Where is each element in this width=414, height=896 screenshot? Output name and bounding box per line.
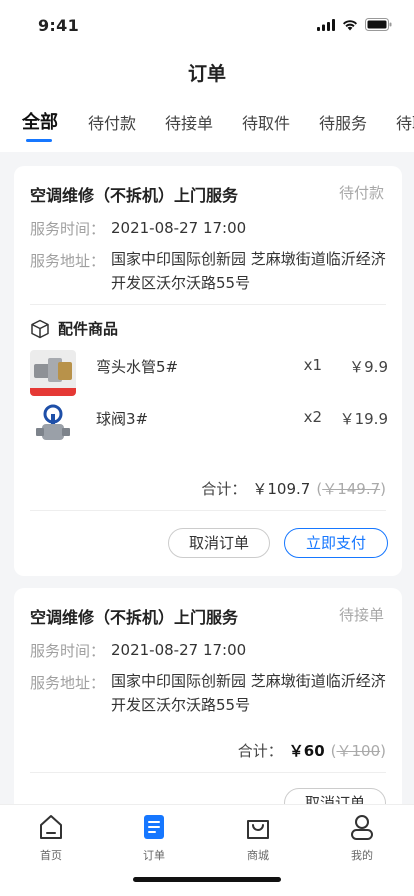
tab-more[interactable]: 待取 [396,110,414,134]
part-price: ￥19.9 [339,410,388,428]
service-time-label: 服务时间： [30,642,106,660]
profile-icon [351,815,373,840]
status-bar: 9:41 [0,0,414,52]
divider [30,304,386,305]
order-title: 空调维修（不拆机）上门服务 [30,608,239,627]
original-price: (￥100) [330,742,386,760]
divider [30,510,386,511]
tabbar-item-orders[interactable]: 订单 [124,813,184,863]
tabbar-label: 商城 [247,849,269,862]
service-address-value: 国家中印国际创新园 芝麻墩街道临沂经济开发区沃尔沃路55号 [111,250,386,292]
parts-heading-label: 配件商品 [58,320,119,338]
active-tab-indicator [26,139,52,142]
service-time-label: 服务时间： [30,220,106,238]
part-name: 弯头水管5# [96,358,179,376]
tabbar-item-home[interactable]: 首页 [21,813,81,863]
order-card[interactable]: 空调维修（不拆机）上门服务 待付款 服务时间： 2021-08-27 17:00… [14,166,402,576]
total-price: ￥60 [288,742,325,760]
status-time: 9:41 [38,16,79,35]
home-indicator [133,877,281,882]
battery-icon [365,18,392,31]
status-icons [317,18,392,31]
tabbar-label: 首页 [40,849,62,862]
part-item[interactable]: 弯头水管5# x1 ￥9.9 [30,350,388,396]
order-status: 待付款 [338,184,384,202]
order-total: 合计： ￥109.7 (￥149.7) [201,478,386,499]
order-status: 待接单 [338,606,384,624]
original-price: (￥149.7) [316,480,386,498]
order-title: 空调维修（不拆机）上门服务 [30,186,239,205]
order-total: 合计： ￥60 (￥100) [238,740,386,761]
tabbar-item-shop[interactable]: 商城 [228,813,288,863]
total-price: ￥109.7 [252,480,311,498]
order-card[interactable]: 空调维修（不拆机）上门服务 待接单 服务时间： 2021-08-27 17:00… [14,588,402,828]
parts-heading: 配件商品 [30,318,118,339]
box-icon [31,319,49,338]
part-quantity: x1 [303,356,322,374]
cancel-order-button[interactable]: 取消订单 [168,528,270,558]
service-time-value: 2021-08-27 17:00 [111,219,247,237]
orders-icon [144,815,164,839]
order-tabs: 全部 待付款 待接单 待取件 待服务 待取 [0,96,414,152]
part-name: 球阀3# [96,410,149,428]
tabbar-label: 订单 [143,849,165,862]
shopping-bag-icon [247,820,269,839]
tab-pending-service[interactable]: 待服务 [319,110,367,134]
page-title: 订单 [187,63,226,85]
tab-pending-payment[interactable]: 待付款 [88,110,136,134]
divider [30,772,386,773]
bottom-tab-bar: 首页 订单 商城 我的 [0,804,414,896]
total-label: 合计： [237,742,283,760]
part-quantity: x2 [303,408,322,426]
tab-pending-accept[interactable]: 待接单 [165,110,213,134]
service-address-label: 服务地址： [30,674,106,692]
part-item[interactable]: 球阀3# x2 ￥19.9 [30,402,388,448]
tabbar-item-profile[interactable]: 我的 [332,813,392,863]
service-address-value: 国家中印国际创新园 芝麻墩街道临沂经济开发区沃尔沃路55号 [111,672,386,714]
wifi-icon [343,19,357,30]
service-address-label: 服务地址： [30,252,106,270]
total-label: 合计： [201,480,247,498]
tab-all[interactable]: 全部 [22,108,58,134]
tabbar-label: 我的 [351,849,373,862]
elbow-pipe-thumbnail [30,350,76,396]
tab-pending-pickup[interactable]: 待取件 [242,110,290,134]
pay-now-button[interactable]: 立即支付 [284,528,388,558]
signal-icon [317,18,335,31]
home-icon [40,815,62,839]
service-time-value: 2021-08-27 17:00 [111,641,247,659]
part-price: ￥9.9 [349,358,388,376]
header: 订单 [0,52,414,96]
ball-valve-thumbnail [30,402,76,448]
